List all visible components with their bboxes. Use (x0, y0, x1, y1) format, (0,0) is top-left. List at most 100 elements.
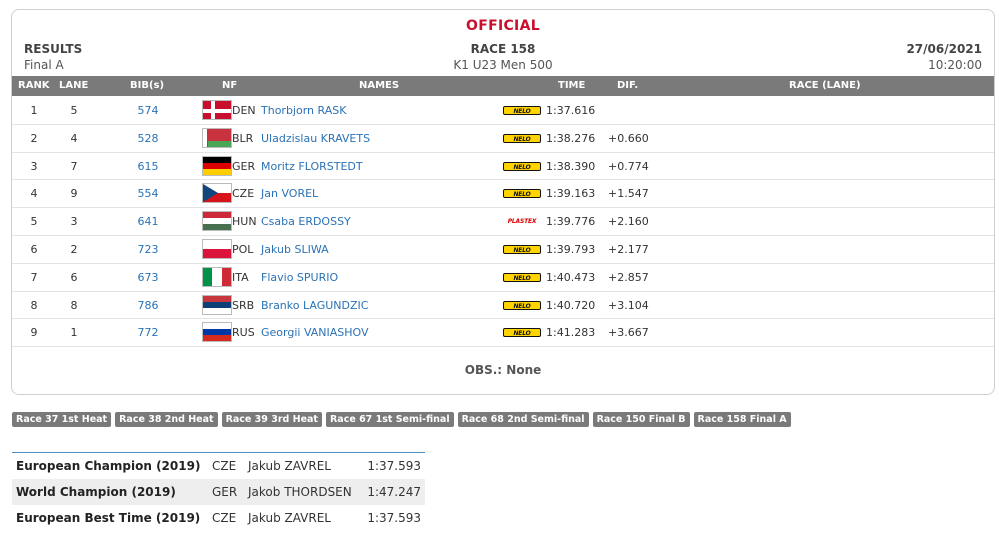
race-time: 10:20:00 (928, 58, 982, 72)
table-row: 9 1 772 RUS Georgii VANIASHOV NELO 1:41.283 +3.… (12, 319, 994, 348)
flag-icon (202, 155, 232, 176)
dif-cell: +3.667 (608, 326, 649, 340)
lane-cell: 5 (70, 104, 78, 117)
official-label: OFFICIAL (466, 18, 540, 34)
table-row: 7 6 673 ITA Flavio SPURIO NELO 1:40.473 +2.857 (12, 264, 994, 292)
flag-stripes (203, 239, 231, 258)
col-dif: DIF. (617, 80, 639, 91)
bib-link[interactable]: 786 (112, 299, 184, 312)
race-header: RACE 158 K1 U23 Men 500 (12, 41, 994, 73)
nf-cell: SRB (232, 298, 255, 312)
record-row: European Best Time (2019) CZE Jakub ZAVREL… (12, 505, 425, 531)
bib-link[interactable]: 723 (112, 243, 184, 256)
race-tab-button[interactable]: Race 68 2nd Semi-final (457, 412, 589, 427)
nf-cell: HUN (232, 215, 257, 229)
bib-link[interactable]: 772 (112, 326, 184, 339)
boat-brand-logo: PLASTEX (507, 218, 537, 226)
lane-cell: 9 (70, 187, 78, 201)
lane-cell: 6 (70, 270, 78, 284)
bib-link[interactable]: 641 (112, 215, 184, 228)
bib-link[interactable]: 673 (112, 271, 184, 284)
flag-icon (202, 183, 232, 204)
rank-cell: 9 (30, 326, 38, 340)
athlete-name-link[interactable]: Jan VOREL (261, 187, 318, 200)
boat-brand-logo: NELO (503, 189, 541, 199)
observations: OBS.: None (464, 363, 542, 377)
results-table-body: 1 5 574 DEN Thorbjorn RASK NELO 1:37.616 2 4 528 B… (12, 97, 994, 348)
dif-cell: +2.177 (608, 242, 649, 256)
nf-cell: POL (232, 242, 254, 256)
athlete-name-link[interactable]: Branko LAGUNDZIC (261, 299, 368, 312)
table-row: 6 2 723 POL Jakub SLIWA NELO 1:39.793 +2.177 (12, 236, 994, 264)
rank-cell: 3 (30, 159, 38, 173)
record-time: 1:47.247 (367, 485, 421, 499)
lane-cell: 2 (70, 242, 78, 256)
flag-icon (202, 266, 232, 287)
col-lane: LANE (59, 80, 89, 91)
lane-cell: 3 (70, 215, 78, 229)
results-panel: OFFICIAL RESULTS Final A RACE 158 K1 U23… (11, 9, 995, 395)
record-holder: Jakob THORDSEN (248, 485, 352, 499)
time-cell: 1:41.283 (546, 326, 596, 340)
athlete-name-link[interactable]: Csaba ERDOSSY (261, 215, 351, 228)
race-tab-button[interactable]: Race 158 Final A (693, 412, 791, 427)
date-header: 27/06/2021 10:20:00 (906, 41, 982, 73)
athlete-name-link[interactable]: Georgii VANIASHOV (261, 326, 369, 339)
table-row: 3 7 615 GER Moritz FLORSTEDT NELO 1:38.390 +0.7… (12, 153, 994, 181)
boat-brand-logo: NELO (503, 133, 541, 143)
record-holder: Jakub ZAVREL (248, 459, 331, 473)
dif-cell: +2.160 (608, 215, 649, 229)
athlete-name-link[interactable]: Uladzislau KRAVETS (261, 132, 370, 145)
dif-cell: +3.104 (608, 298, 649, 312)
race-tabs: Race 37 1st Heat Race 38 2nd Heat Race 39 … (12, 412, 791, 427)
athlete-name-link[interactable]: Flavio SPURIO (261, 271, 338, 284)
boat-brand-logo: NELO (503, 300, 541, 310)
race-tab-button[interactable]: Race 39 3rd Heat (221, 412, 322, 427)
bib-link[interactable]: 554 (112, 187, 184, 200)
boat-brand-logo: NELO (503, 161, 541, 171)
record-nf: GER (212, 485, 238, 499)
rank-cell: 2 (30, 131, 38, 145)
nf-cell: GER (232, 159, 256, 173)
record-time: 1:37.593 (367, 459, 421, 473)
flag-icon (202, 127, 232, 148)
lane-cell: 7 (70, 159, 78, 173)
record-title: European Best Time (2019) (16, 511, 201, 525)
race-tab-button[interactable]: Race 67 1st Semi-final (325, 412, 454, 427)
table-row: 8 8 786 SRB Branko LAGUNDZIC NELO 1:40.720 +3.1… (12, 292, 994, 320)
flag-icon (202, 294, 232, 315)
nf-cell: ITA (232, 270, 249, 284)
record-row: World Champion (2019) GER Jakob THORDSEN 1:… (12, 479, 425, 505)
lane-cell: 4 (70, 131, 78, 145)
flag-icon (202, 211, 232, 232)
race-tab-button[interactable]: Race 37 1st Heat (12, 412, 112, 427)
rank-cell: 7 (30, 270, 38, 284)
nf-cell: CZE (232, 187, 255, 201)
flag-icon (202, 100, 232, 120)
record-nf: CZE (212, 511, 237, 525)
bib-link[interactable]: 574 (112, 104, 184, 117)
nf-cell: DEN (232, 104, 256, 117)
rank-cell: 4 (30, 187, 38, 201)
race-tab-button[interactable]: Race 38 2nd Heat (115, 412, 218, 427)
athlete-name-link[interactable]: Thorbjorn RASK (261, 104, 346, 117)
nf-cell: BLR (232, 131, 254, 145)
race-date: 27/06/2021 (906, 42, 982, 56)
bib-link[interactable]: 615 (112, 160, 184, 173)
athlete-name-link[interactable]: Jakub SLIWA (261, 243, 329, 256)
time-cell: 1:39.776 (546, 215, 596, 229)
boat-brand-logo: NELO (503, 244, 541, 254)
lane-cell: 8 (70, 298, 78, 312)
time-cell: 1:40.720 (546, 298, 596, 312)
col-rank: RANK (18, 80, 50, 91)
race-tab-button[interactable]: Race 150 Final B (592, 412, 690, 427)
rank-cell: 1 (30, 104, 38, 117)
col-race-lane: RACE (LANE) (789, 80, 861, 91)
col-names: NAMES (359, 80, 400, 91)
athlete-name-link[interactable]: Moritz FLORSTEDT (261, 160, 363, 173)
time-cell: 1:39.793 (546, 242, 596, 256)
bib-link[interactable]: 528 (112, 132, 184, 145)
flag-icon (202, 238, 232, 259)
flag-stripes (203, 267, 231, 286)
table-row: 4 9 554 CZE Jan VOREL NELO 1:39.163 +1.547 (12, 180, 994, 209)
